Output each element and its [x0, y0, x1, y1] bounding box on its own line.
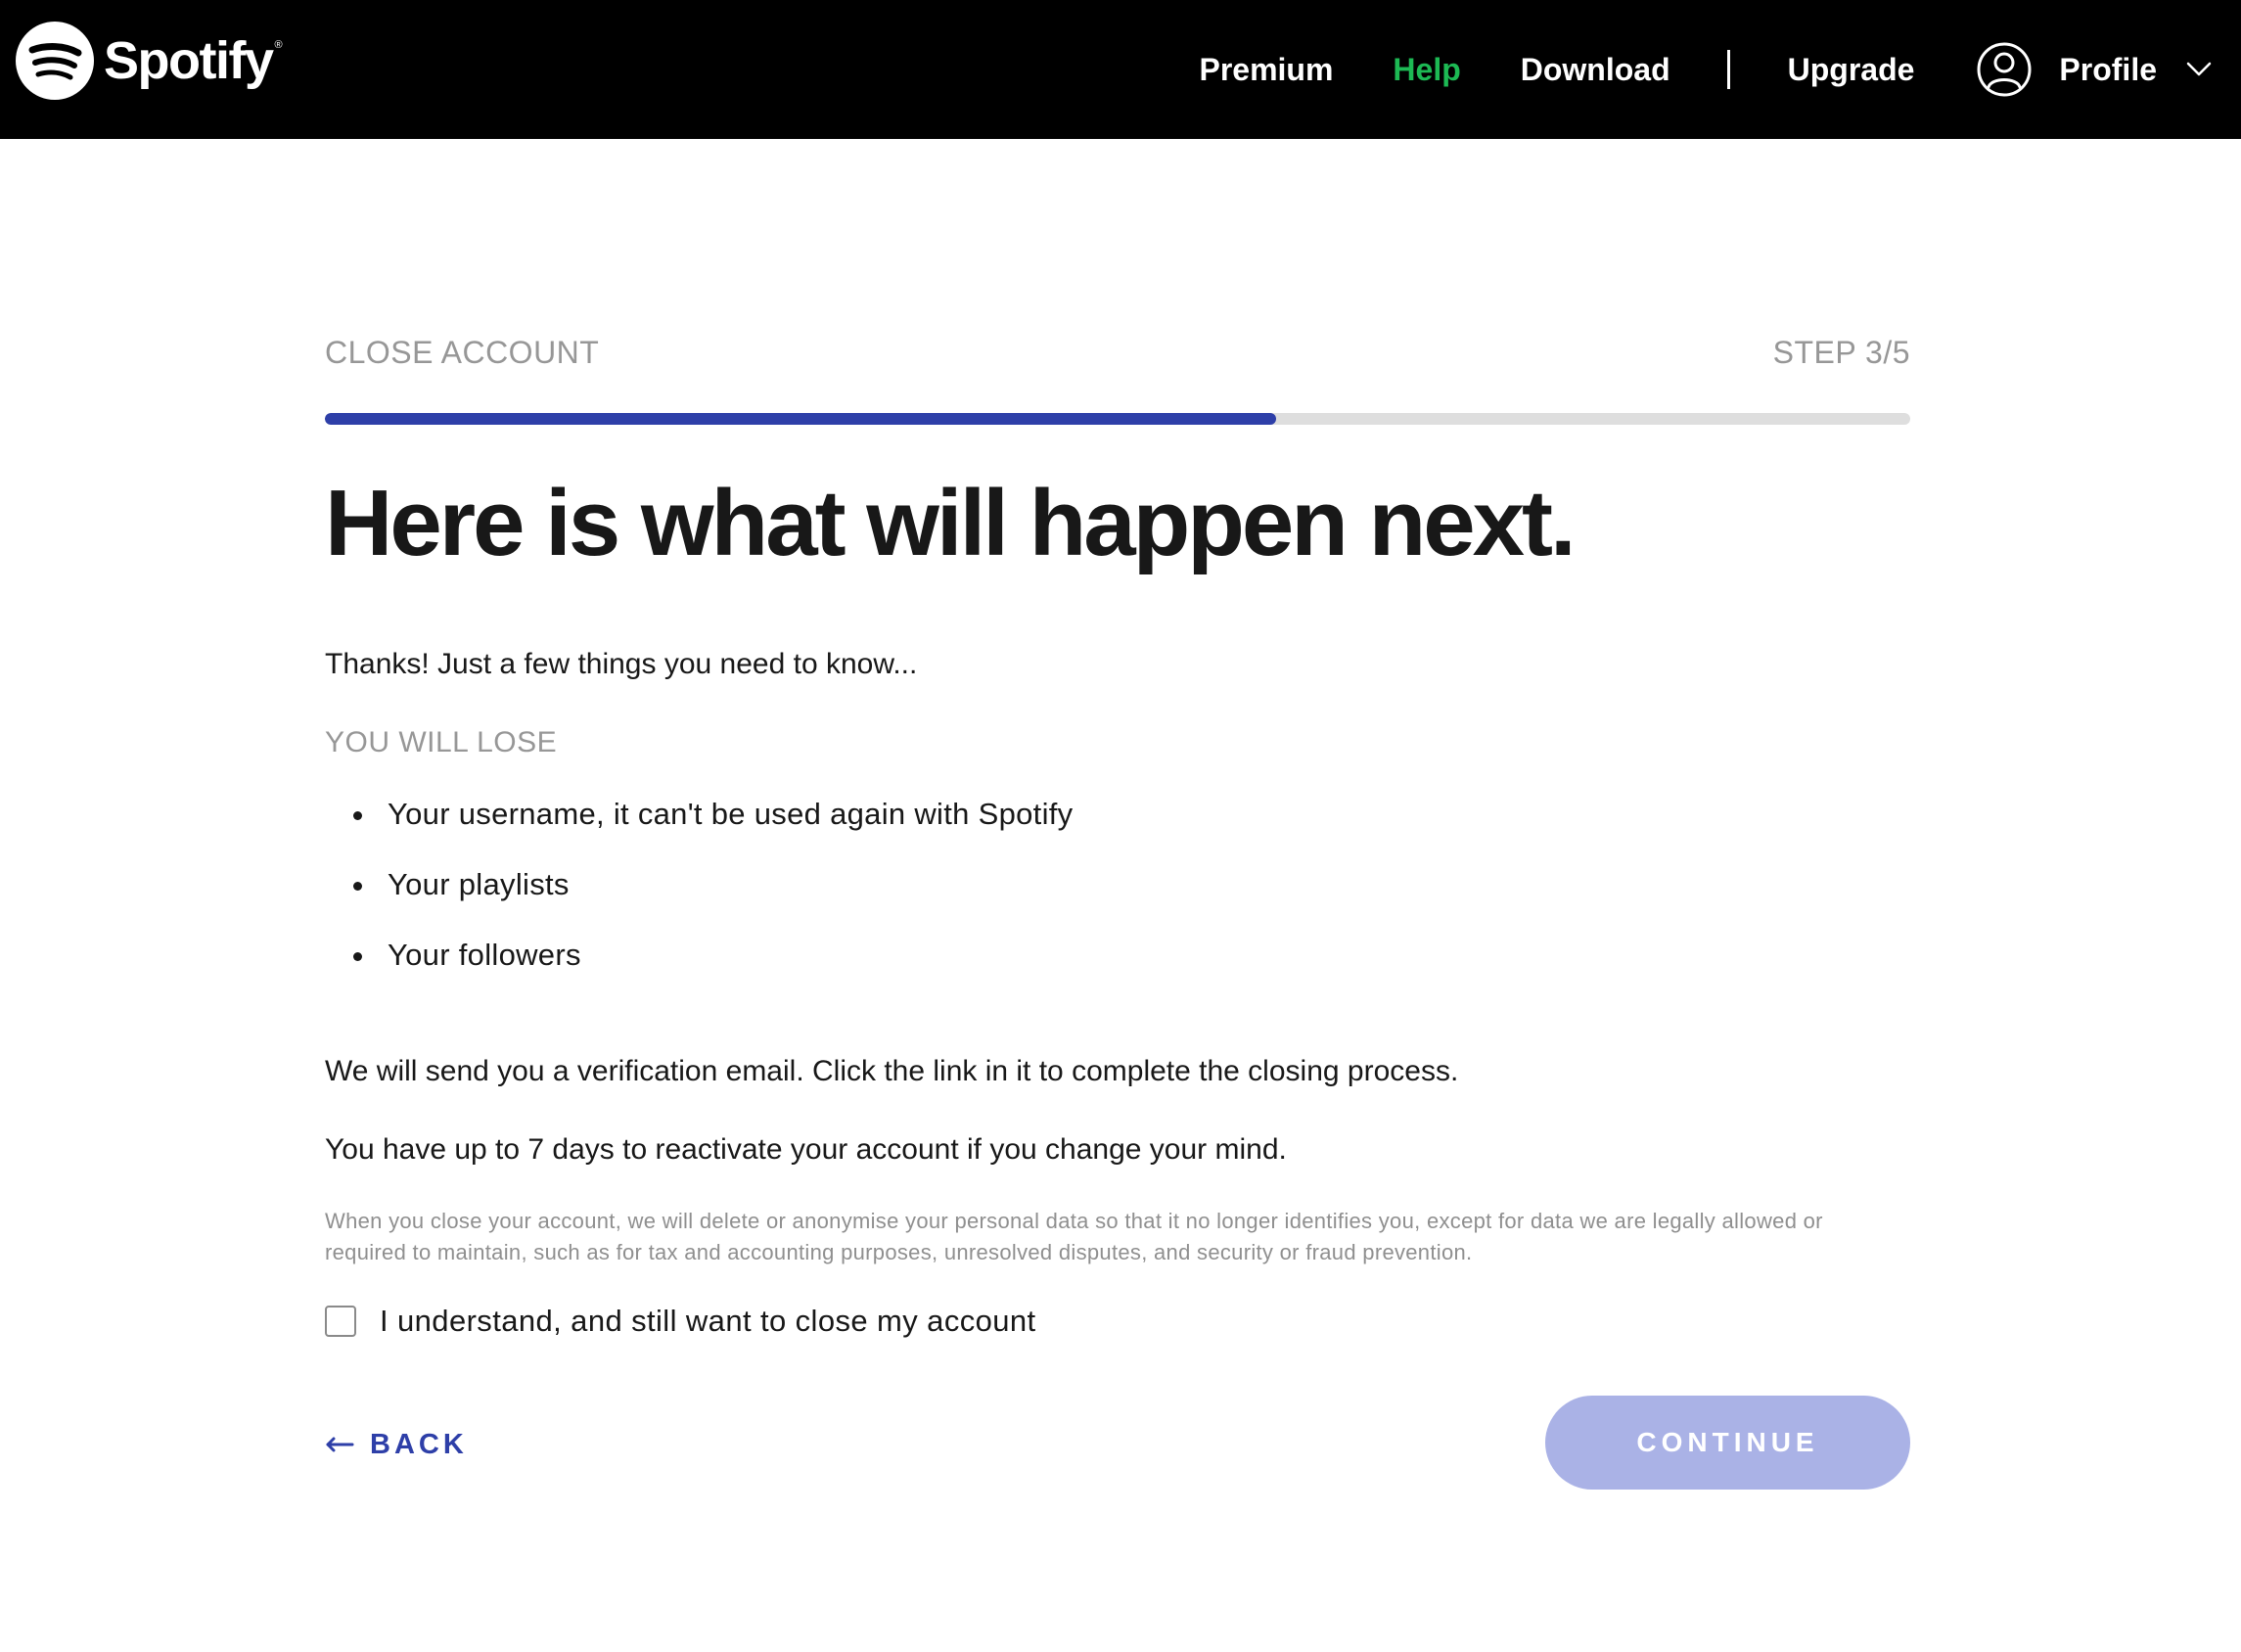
confirm-close-checkbox[interactable]: [325, 1306, 356, 1337]
lose-items-list: Your username, it can't be used again wi…: [325, 797, 1073, 1008]
registered-mark: ®: [274, 39, 283, 51]
nav-premium-link[interactable]: Premium: [1199, 52, 1333, 88]
intro-text: Thanks! Just a few things you need to kn…: [325, 648, 918, 680]
back-button-label: BACK: [370, 1428, 468, 1460]
confirm-close-label[interactable]: I understand, and still want to close my…: [380, 1304, 1036, 1339]
confirm-close-checkbox-row[interactable]: I understand, and still want to close my…: [325, 1304, 1036, 1339]
nav-help-link[interactable]: Help: [1393, 52, 1460, 88]
list-item-text: Your username, it can't be used again wi…: [388, 797, 1074, 831]
list-item-text: Your followers: [388, 938, 581, 972]
page-title: Here is what will happen next.: [325, 471, 1577, 575]
reactivation-text: You have up to 7 days to reactivate your…: [325, 1133, 1287, 1166]
step-indicator: STEP 3/5: [1772, 335, 1910, 370]
verification-email-text: We will send you a verification email. C…: [325, 1055, 1459, 1087]
nav-upgrade-link[interactable]: Upgrade: [1788, 52, 1915, 88]
progress-bar-fill: [325, 413, 1276, 425]
top-nav-bar: Spotify ® Premium Help Download Upgrade …: [0, 0, 2241, 139]
list-item: Your playlists: [325, 867, 1073, 938]
user-circle-icon: [1977, 42, 2032, 97]
step-header: CLOSE ACCOUNT STEP 3/5: [325, 335, 1910, 374]
spotify-wordmark: Spotify: [104, 31, 274, 90]
arrow-left-icon: [326, 1437, 354, 1452]
bullet-icon: [353, 952, 362, 961]
list-item-text: Your playlists: [388, 867, 570, 901]
chevron-down-icon: [2186, 62, 2212, 76]
bullet-icon: [353, 882, 362, 891]
spotify-logo-icon: [16, 22, 94, 100]
spotify-logo[interactable]: Spotify ®: [16, 22, 283, 100]
nav-download-link[interactable]: Download: [1521, 52, 1670, 88]
progress-bar: [325, 413, 1910, 425]
legal-disclaimer: When you close your account, we will del…: [325, 1209, 1823, 1264]
list-item: Your username, it can't be used again wi…: [325, 797, 1073, 867]
continue-button[interactable]: CONTINUE: [1545, 1396, 1910, 1490]
bullet-icon: [353, 811, 362, 820]
profile-menu-button[interactable]: Profile: [1977, 42, 2212, 97]
main-nav: Premium Help Download Upgrade Profile: [1199, 0, 2212, 139]
section-label: CLOSE ACCOUNT: [325, 335, 600, 370]
list-item: Your followers: [325, 938, 1073, 1008]
you-will-lose-label: YOU WILL LOSE: [325, 726, 558, 758]
profile-label: Profile: [2059, 51, 2157, 87]
back-button[interactable]: BACK: [325, 1425, 468, 1464]
nav-divider: [1726, 50, 1730, 89]
